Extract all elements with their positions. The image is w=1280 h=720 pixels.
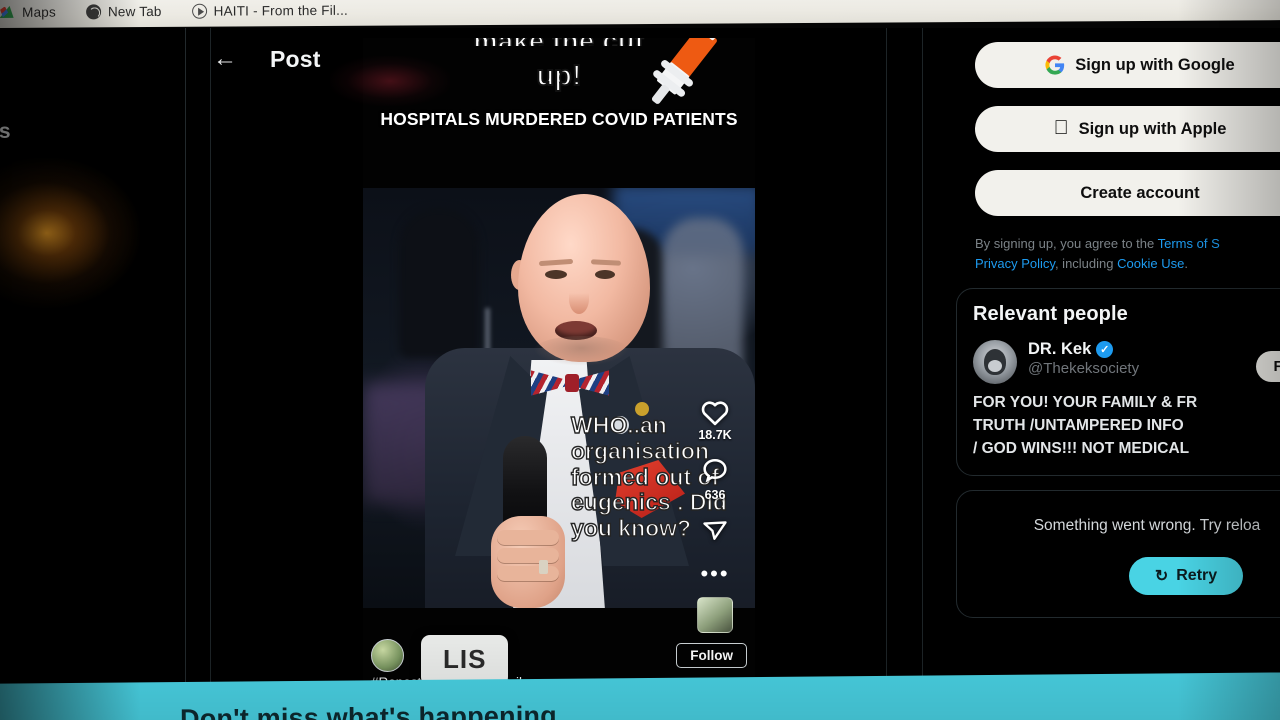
- relevant-person-name-row: DR. Kek ✓: [1028, 340, 1139, 359]
- bookmark-haiti-video[interactable]: HAITI - From the Fil...: [191, 2, 349, 19]
- bottom-banner-text: Don't miss what's happening: [179, 700, 557, 720]
- avatar[interactable]: [371, 639, 404, 672]
- video-frame: make the cut up! HOSPITALS MURDERED COVI…: [363, 38, 755, 720]
- legal-end: .: [1184, 256, 1188, 272]
- like-count: 18.7K: [698, 428, 732, 442]
- heart-icon: [701, 401, 729, 426]
- syringe-icon: [651, 38, 718, 104]
- column-divider: [886, 28, 887, 720]
- sign-up-apple-label: Sign up with Apple: [1071, 119, 1227, 138]
- signup-card: Sign up with Google  Sign up with Apple…: [940, 28, 1280, 275]
- google-icon: [1045, 55, 1065, 75]
- browser-bookmarks-bar: Maps New Tab HAITI - From the Fil...: [0, 0, 1280, 28]
- legal-mid: , including: [1054, 256, 1118, 272]
- video-follow-button[interactable]: Follow: [676, 643, 747, 668]
- bookmark-maps[interactable]: Maps: [0, 4, 56, 19]
- screenshot-root: Maps New Tab HAITI - From the Fil... gs …: [0, 0, 1280, 720]
- create-account-label: Create account: [1080, 183, 1200, 202]
- post-column: ← Post up! HOSPITALS MURDERED COVID PATI…: [211, 28, 886, 720]
- apple-icon: : [1054, 118, 1069, 138]
- privacy-policy-link[interactable]: Privacy Policy: [975, 256, 1055, 271]
- monkey-avatar-icon[interactable]: [973, 340, 1017, 385]
- nav-item-label-clipped[interactable]: gs: [0, 120, 11, 144]
- relevant-person-bio-line: TRUTH /UNTAMPERED INFO: [973, 416, 1184, 434]
- bookmark-new-tab[interactable]: New Tab: [85, 3, 162, 19]
- refresh-icon: ↻: [1154, 568, 1169, 586]
- back-arrow-icon[interactable]: ←: [205, 39, 245, 79]
- cookie-use-link[interactable]: Cookie Use: [1117, 256, 1184, 271]
- retry-button[interactable]: ↻ Retry: [1128, 557, 1244, 596]
- audio-disc-icon[interactable]: [697, 597, 733, 633]
- signup-legal-text: By signing up, you agree to the Terms of…: [975, 234, 1280, 274]
- bookmark-label: HAITI - From the Fil...: [213, 2, 349, 19]
- relevant-people-card: Relevant people DR. Kek ✓ @Thekeksociety…: [956, 288, 1280, 477]
- comment-button[interactable]: 636: [700, 456, 730, 502]
- relevant-person-name: DR. Kek: [1028, 340, 1092, 359]
- column-divider: [922, 28, 923, 720]
- like-button[interactable]: 18.7K: [698, 398, 732, 442]
- right-sidebar: Sign up with Google  Sign up with Apple…: [940, 28, 1280, 720]
- maps-icon: [0, 4, 15, 19]
- relevant-people-title: Relevant people: [973, 303, 1128, 326]
- relevant-person-handle: @Thekeksociety: [1028, 360, 1140, 378]
- bookmark-label: New Tab: [107, 3, 162, 19]
- comment-icon: [703, 458, 727, 483]
- page-body: gs ← Post: [0, 28, 1280, 720]
- sign-up-google-label: Sign up with Google: [1075, 55, 1235, 74]
- left-nav-clipped: gs: [0, 28, 186, 720]
- sign-up-apple-button[interactable]:  Sign up with Apple: [975, 106, 1280, 152]
- bookmark-label: Maps: [22, 4, 56, 20]
- embedded-video-player[interactable]: make the cut up! HOSPITALS MURDERED COVI…: [363, 38, 755, 720]
- play-icon: [191, 3, 207, 19]
- create-account-button[interactable]: Create account: [975, 170, 1280, 216]
- terms-of-service-link[interactable]: Terms of S: [1158, 236, 1220, 251]
- video-action-rail: 18.7K 636 •••: [685, 398, 745, 633]
- error-message: Something went wrong. Try reloa: [1033, 517, 1261, 535]
- share-button[interactable]: [700, 516, 730, 544]
- sign-up-google-button[interactable]: Sign up with Google: [975, 42, 1280, 88]
- relevant-person-row[interactable]: DR. Kek ✓ @Thekeksociety: [973, 340, 1279, 385]
- relevant-person-bio-line: FOR YOU! YOUR FAMILY & FR: [973, 394, 1198, 412]
- page-title: Post: [270, 45, 321, 72]
- comment-count: 636: [704, 488, 726, 502]
- globe-icon: [85, 3, 101, 19]
- error-card: Something went wrong. Try reloa ↻ Retry: [956, 490, 1280, 619]
- legal-prefix: By signing up, you agree to the: [975, 236, 1158, 251]
- more-dots-icon[interactable]: •••: [700, 563, 729, 585]
- verified-badge-icon: ✓: [1096, 341, 1114, 359]
- retry-label: Retry: [1176, 567, 1218, 585]
- relevant-person-bio-line: / GOD WINS!!! NOT MEDICAL: [973, 439, 1190, 457]
- share-arrow-icon: [703, 521, 727, 540]
